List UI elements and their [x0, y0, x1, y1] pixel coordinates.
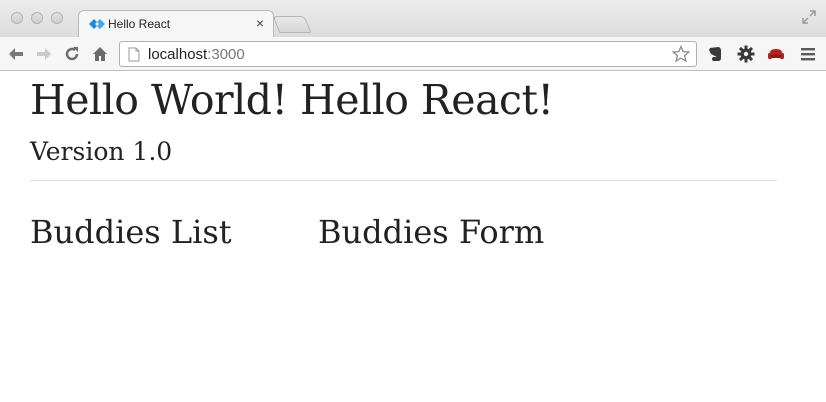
fullscreen-icon[interactable] [802, 10, 816, 24]
forward-arrow-icon[interactable] [35, 45, 53, 63]
buddies-list-title: Buddies List [30, 213, 232, 251]
divider [30, 180, 777, 181]
back-arrow-icon[interactable] [7, 45, 25, 63]
page-content: Hello World! Hello React! Version 1.0 Bu… [0, 71, 826, 402]
url-port: :3000 [207, 46, 245, 63]
page-icon [128, 47, 140, 62]
tab-title: Hello React [108, 17, 171, 31]
new-tab-button[interactable] [272, 16, 312, 33]
gear-icon[interactable] [737, 45, 755, 63]
reload-icon[interactable] [63, 45, 81, 63]
browser-toolbar: localhost:3000 [0, 37, 826, 71]
page-heading: Hello World! Hello React! [30, 76, 554, 124]
evernote-icon[interactable] [706, 45, 724, 63]
zoom-window-button[interactable] [51, 12, 63, 24]
version-label: Version 1.0 [30, 137, 173, 166]
buddies-form-title: Buddies Form [318, 213, 545, 251]
star-icon[interactable] [672, 45, 690, 63]
close-icon[interactable]: × [256, 15, 264, 31]
sofa-icon[interactable] [767, 45, 785, 63]
tab-strip: Hello React × [0, 0, 826, 37]
url-text[interactable]: localhost:3000 [148, 46, 245, 63]
address-bar[interactable]: localhost:3000 [119, 41, 697, 67]
home-icon[interactable] [91, 45, 109, 63]
close-window-button[interactable] [11, 12, 23, 24]
tab-hello-react[interactable]: Hello React × [78, 10, 274, 37]
menu-icon[interactable] [799, 45, 817, 63]
react-favicon [89, 19, 105, 29]
minimize-window-button[interactable] [31, 12, 43, 24]
url-host: localhost [148, 46, 208, 63]
